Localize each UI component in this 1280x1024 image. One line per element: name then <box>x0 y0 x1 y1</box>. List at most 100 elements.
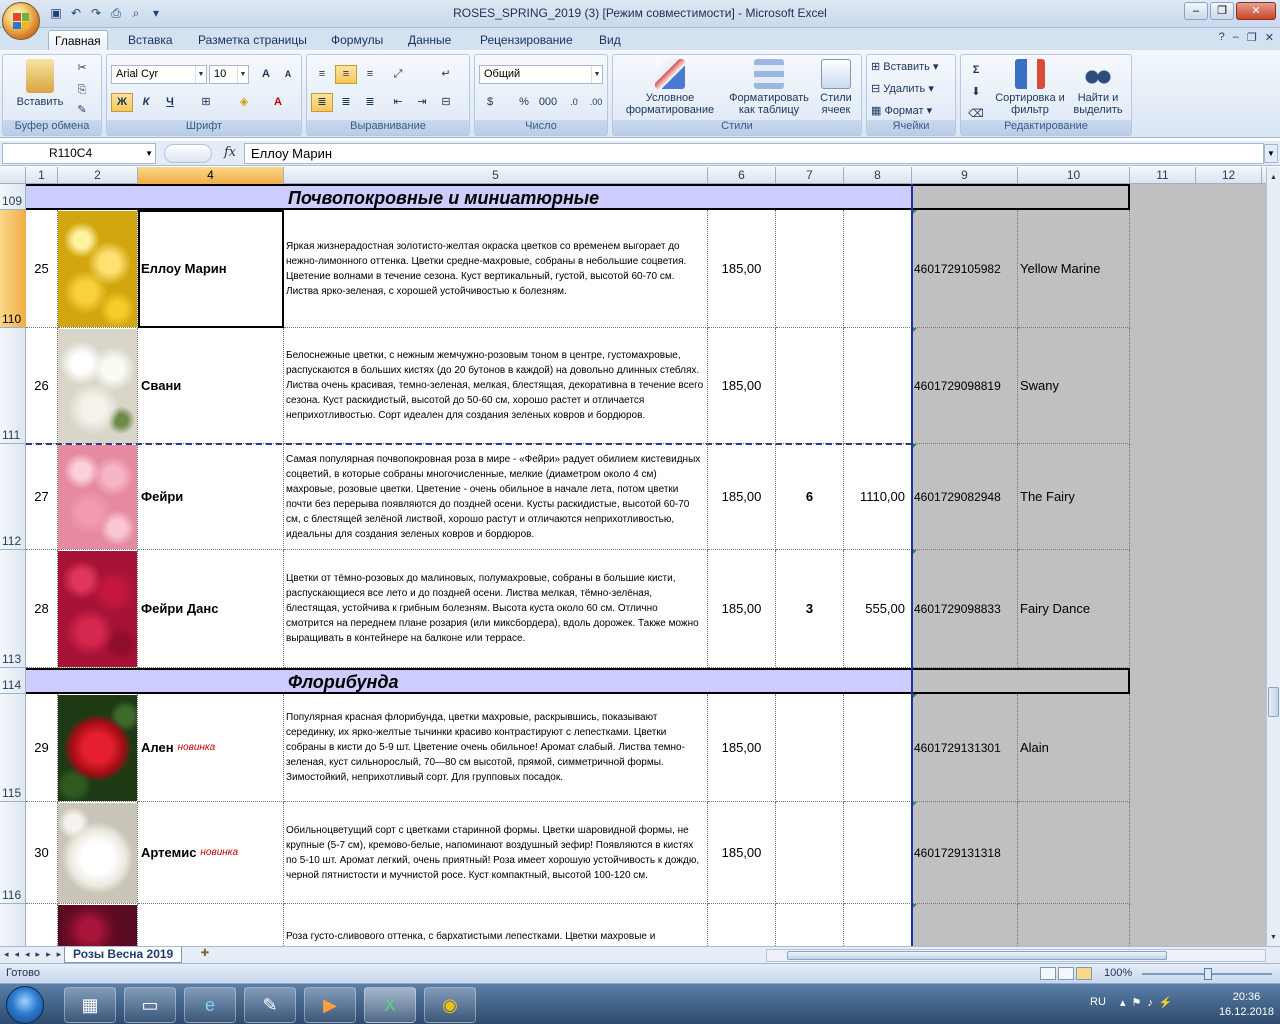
office-button[interactable] <box>2 2 40 40</box>
english-name-cell[interactable]: Yellow Marine <box>1018 210 1130 328</box>
tab-home[interactable]: Главная <box>48 30 108 50</box>
scroll-down-icon[interactable]: ▼ <box>1268 931 1279 944</box>
section-title[interactable]: Почвопокровные и миниатюрные <box>26 184 912 210</box>
column-header[interactable]: 8 <box>844 167 912 184</box>
italic-button[interactable]: К <box>135 93 157 112</box>
variety-name-cell[interactable]: Свани <box>138 328 284 444</box>
row-number-cell[interactable]: 28 <box>26 550 58 668</box>
row-header[interactable]: 109 <box>0 184 26 210</box>
barcode-cell[interactable]: 4601729098819 <box>912 328 1018 444</box>
variety-name-cell[interactable]: Артемис новинка <box>138 802 284 904</box>
percent-button[interactable]: % <box>513 93 535 112</box>
section-title[interactable]: Флорибунда <box>26 668 912 694</box>
vertical-scrollbar[interactable]: ▲ ▼ <box>1266 167 1280 946</box>
row-number-cell[interactable] <box>26 904 58 946</box>
sum-cell[interactable]: 1110,00 <box>844 444 912 550</box>
sum-cell[interactable] <box>844 210 912 328</box>
variety-name-cell[interactable]: Фейри Данс <box>138 550 284 668</box>
align-top-icon[interactable]: ≡ <box>311 65 333 84</box>
row-header[interactable] <box>0 904 26 946</box>
row-header[interactable]: 113 <box>0 550 26 668</box>
column-header[interactable]: 10 <box>1018 167 1130 184</box>
description-cell[interactable]: Популярная красная флорибунда, цветки ма… <box>284 694 708 802</box>
english-name-cell[interactable] <box>1018 904 1130 946</box>
column-header[interactable]: 2 <box>58 167 138 184</box>
merge-cells-icon[interactable]: ⊟ <box>435 93 457 112</box>
insert-function-button[interactable]: fx <box>224 145 236 160</box>
font-name-select[interactable]: Arial Cyr ▼ <box>111 65 207 84</box>
internet-explorer-icon[interactable]: e <box>184 987 236 1023</box>
page-break-view-icon[interactable] <box>1076 967 1092 980</box>
thousands-button[interactable]: 000 <box>535 93 561 112</box>
sum-cell[interactable]: 555,00 <box>844 550 912 668</box>
quantity-cell[interactable]: 3 <box>776 550 844 668</box>
photo-cell[interactable] <box>58 210 138 328</box>
scroll-thumb[interactable] <box>787 951 1167 960</box>
column-header[interactable]: 6 <box>708 167 776 184</box>
paint-icon[interactable]: ✎ <box>244 987 296 1023</box>
description-cell[interactable]: Обильноцветущий сорт с цветками старинно… <box>284 802 708 904</box>
font-size-select[interactable]: 10 ▼ <box>209 65 249 84</box>
format-painter-icon[interactable]: ✎ <box>71 101 93 120</box>
photo-cell[interactable] <box>58 904 138 946</box>
conditional-format-button[interactable]: Условное форматирование <box>615 59 725 116</box>
sheet-nav-icons[interactable]: ◂◂◂▸▸▸ <box>4 949 67 960</box>
cut-icon[interactable]: ✂ <box>71 59 93 78</box>
number-format-select[interactable]: Общий ▼ <box>479 65 603 84</box>
tab-review[interactable]: Рецензирование <box>474 30 579 50</box>
price-cell[interactable]: 185,00 <box>708 444 776 550</box>
row-header[interactable]: 110 <box>0 210 26 328</box>
photo-cell[interactable] <box>58 802 138 904</box>
increase-indent-icon[interactable]: ⇥ <box>411 93 433 112</box>
decrease-indent-icon[interactable]: ⇤ <box>387 93 409 112</box>
row-header[interactable]: 112 <box>0 444 26 550</box>
barcode-cell[interactable]: 4601729082948 <box>912 444 1018 550</box>
new-sheet-icon[interactable]: ✚ <box>196 948 214 962</box>
barcode-cell[interactable]: 4601729131318 <box>912 802 1018 904</box>
quantity-cell[interactable] <box>776 328 844 444</box>
horizontal-scrollbar[interactable] <box>766 949 1266 962</box>
format-cells-button[interactable]: ▦ Формат ▾ <box>871 105 932 117</box>
column-header[interactable]: 7 <box>776 167 844 184</box>
row-number-cell[interactable]: 29 <box>26 694 58 802</box>
orientation-icon[interactable]: ⤢ <box>387 65 409 84</box>
price-cell[interactable]: 185,00 <box>708 550 776 668</box>
underline-button[interactable]: Ч <box>159 93 181 112</box>
zoom-level[interactable]: 100% <box>1104 967 1132 979</box>
barcode-cell[interactable]: 4601729131301 <box>912 694 1018 802</box>
align-right-icon[interactable]: ≣ <box>359 93 381 112</box>
close-button[interactable]: ✕ <box>1236 2 1276 20</box>
decrease-decimal-icon[interactable]: .00 <box>585 93 607 112</box>
zoom-slider-knob[interactable] <box>1204 968 1212 980</box>
normal-view-icon[interactable] <box>1040 967 1056 980</box>
copy-icon[interactable]: ⎘ <box>71 81 93 100</box>
sum-cell[interactable] <box>844 328 912 444</box>
autosum-button[interactable]: Σ <box>965 61 987 80</box>
barcode-cell[interactable]: 4601729098833 <box>912 550 1018 668</box>
zoom-slider[interactable] <box>1142 968 1272 980</box>
column-header[interactable]: 9 <box>912 167 1018 184</box>
price-cell[interactable] <box>708 904 776 946</box>
row-number-cell[interactable]: 30 <box>26 802 58 904</box>
currency-icon[interactable]: $ <box>479 93 501 112</box>
shrink-font-icon[interactable]: A <box>277 65 299 84</box>
format-as-table-button[interactable]: Форматировать как таблицу <box>723 59 815 116</box>
variety-name-cell[interactable]: Еллоу Марин <box>138 210 284 328</box>
clock[interactable]: 20:36 16.12.2018 <box>1219 990 1274 1020</box>
price-cell[interactable]: 185,00 <box>708 802 776 904</box>
restore-button[interactable]: ❐ <box>1210 2 1234 20</box>
price-cell[interactable]: 185,00 <box>708 694 776 802</box>
insert-cells-button[interactable]: ⊞ Вставить ▾ <box>871 61 939 73</box>
photo-cell[interactable] <box>58 694 138 802</box>
help-icon[interactable]: ? <box>1219 31 1225 44</box>
description-cell[interactable]: Самая популярная почвопокровная роза в м… <box>284 444 708 550</box>
row-number-cell[interactable]: 25 <box>26 210 58 328</box>
column-header[interactable]: 12 <box>1196 167 1262 184</box>
tray-icons[interactable]: ▴⚑♪⚡ <box>1120 996 1179 1009</box>
align-bottom-icon[interactable]: ≡ <box>359 65 381 84</box>
borders-icon[interactable]: ⊞ <box>195 93 217 112</box>
column-header[interactable]: 11 <box>1130 167 1196 184</box>
english-name-cell[interactable]: Swany <box>1018 328 1130 444</box>
column-header[interactable]: 5 <box>284 167 708 184</box>
barcode-cell[interactable]: 4601729105982 <box>912 210 1018 328</box>
